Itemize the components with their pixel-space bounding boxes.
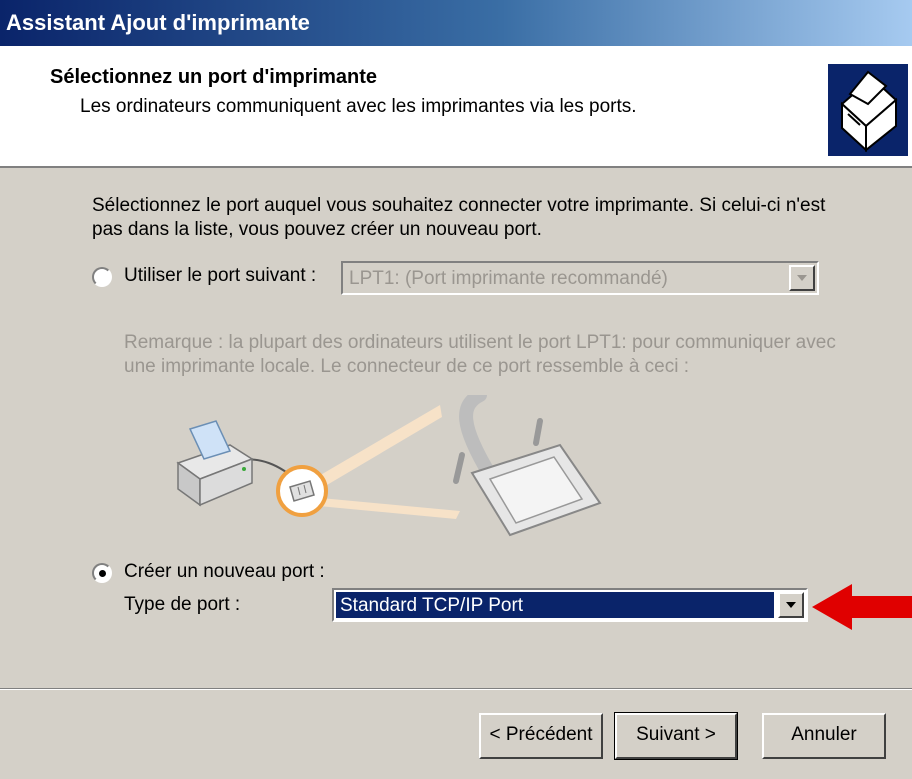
- printer-wizard-window: Assistant Ajout d'imprimante Sélectionne…: [0, 0, 912, 779]
- footer-separator: [0, 688, 912, 690]
- lpt-connector-illustration: [176, 395, 602, 537]
- chevron-down-icon: [797, 275, 807, 281]
- wizard-header: Sélectionnez un port d'imprimante Les or…: [0, 46, 912, 168]
- existing-port-select[interactable]: LPT1: (Port imprimante recommandé): [341, 261, 819, 295]
- note-line-2: une imprimante locale. Le connecteur de …: [124, 356, 690, 377]
- port-type-value: Standard TCP/IP Port: [340, 595, 524, 616]
- back-button[interactable]: < Précédent: [479, 713, 603, 759]
- printer-wizard-icon: [828, 64, 908, 156]
- window-title: Assistant Ajout d'imprimante: [6, 10, 310, 35]
- next-button[interactable]: Suivant >: [614, 712, 738, 760]
- cancel-button[interactable]: Annuler: [762, 713, 886, 759]
- intro-line-1: Sélectionnez le port auquel vous souhait…: [92, 195, 826, 216]
- note-line-1: Remarque : la plupart des ordinateurs ut…: [124, 332, 836, 353]
- port-type-select[interactable]: Standard TCP/IP Port: [332, 588, 808, 622]
- use-existing-port-label[interactable]: Utiliser le port suivant :: [124, 265, 316, 287]
- intro-line-2: pas dans la liste, vous pouvez créer un …: [92, 219, 542, 240]
- header-title: Sélectionnez un port d'imprimante: [50, 66, 378, 88]
- existing-port-dropdown-button[interactable]: [789, 265, 815, 291]
- chevron-down-icon: [786, 602, 796, 608]
- create-new-port-radio[interactable]: [92, 563, 112, 583]
- printer-icon: [176, 420, 254, 507]
- header-subtitle: Les ordinateurs communiquent avec les im…: [80, 96, 637, 117]
- use-existing-port-radio[interactable]: [92, 267, 112, 287]
- port-type-label: Type de port :: [124, 594, 241, 615]
- radio-selected-dot: [99, 570, 106, 577]
- create-new-port-label[interactable]: Créer un nouveau port :: [124, 561, 325, 583]
- parallel-cable-connector-icon: [453, 395, 602, 537]
- existing-port-value: LPT1: (Port imprimante recommandé): [349, 268, 668, 289]
- red-arrow-icon: [812, 584, 912, 630]
- title-bar[interactable]: Assistant Ajout d'imprimante: [0, 0, 912, 46]
- port-type-dropdown-button[interactable]: [778, 592, 804, 618]
